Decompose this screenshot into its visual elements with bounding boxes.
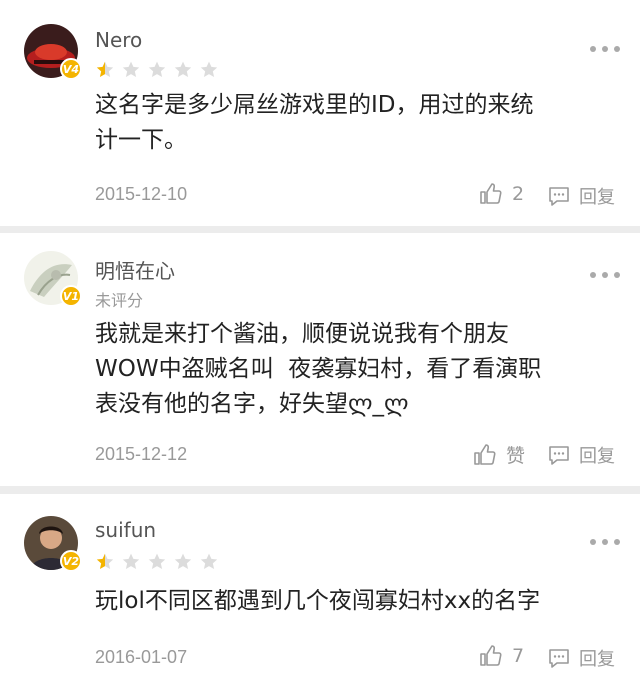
level-badge: V1 xyxy=(60,285,82,307)
comment-card: V2 suifun 玩lol不同区都遇到几个夜闯寡妇村xx的名字 2016-01… xyxy=(0,494,640,683)
like-button[interactable]: 赞 xyxy=(472,441,525,468)
comment-line: 表没有他的名字，好失望ლ_ლ xyxy=(95,391,409,417)
star-icon xyxy=(200,553,218,569)
star-icon xyxy=(122,553,140,569)
avatar[interactable]: V4 xyxy=(24,24,82,80)
comment-text: 玩lol不同区都遇到几个夜闯寡妇村xx的名字 xyxy=(95,584,615,619)
thumbs-up-icon xyxy=(480,645,502,666)
like-count: 2 xyxy=(512,183,525,205)
more-dots-icon[interactable] xyxy=(590,270,620,280)
star-icon xyxy=(200,61,218,77)
more-dots-icon[interactable] xyxy=(590,44,620,54)
reply-label: 回复 xyxy=(579,446,615,467)
like-button[interactable]: 7 xyxy=(478,644,524,668)
thumbs-up-icon xyxy=(474,443,496,465)
rating-label: 未评分 xyxy=(95,291,144,310)
reply-label: 回复 xyxy=(579,649,615,670)
comment-card: V4 Nero 这名字是多少屌丝游戏里的ID，用过的来统 计一下。 2015-1… xyxy=(0,0,640,226)
comment-line: 这名字是多少屌丝游戏里的ID，用过的来统 xyxy=(95,92,534,118)
rating-stars xyxy=(95,60,219,80)
avatar[interactable]: V2 xyxy=(24,516,82,572)
comment-bubble-icon xyxy=(549,649,569,668)
username[interactable]: Nero xyxy=(95,28,142,52)
more-dots-icon[interactable] xyxy=(590,537,620,547)
star-icon xyxy=(174,61,192,77)
comment-date: 2015-12-10 xyxy=(95,184,188,204)
rating-stars xyxy=(95,552,219,572)
star-icon xyxy=(122,61,140,77)
comment-line: 我就是来打个酱油，顺便说说我有个朋友 xyxy=(95,321,509,347)
comment-line: 玩lol不同区都遇到几个夜闯寡妇村xx的名字 xyxy=(95,588,541,614)
username[interactable]: suifun xyxy=(95,518,156,542)
comment-text: 这名字是多少屌丝游戏里的ID，用过的来统 计一下。 xyxy=(95,88,615,158)
reply-label: 回复 xyxy=(579,187,615,208)
star-icon xyxy=(96,61,114,77)
star-icon xyxy=(148,553,166,569)
comment-date: 2015-12-12 xyxy=(95,444,188,464)
star-icon xyxy=(148,61,166,77)
comment-line: WOW中盗贼名叫 夜袭寡妇村，看了看演职 xyxy=(95,356,542,382)
reply-button[interactable]: 回复 xyxy=(547,442,615,468)
comment-card: V1 明悟在心 未评分 我就是来打个酱油，顺便说说我有个朋友 WOW中盗贼名叫 … xyxy=(0,233,640,486)
star-icon xyxy=(96,553,114,569)
comment-text: 我就是来打个酱油，顺便说说我有个朋友 WOW中盗贼名叫 夜袭寡妇村，看了看演职 … xyxy=(95,317,615,422)
like-button[interactable]: 2 xyxy=(478,182,524,206)
reply-button[interactable]: 回复 xyxy=(547,183,615,209)
username[interactable]: 明悟在心 xyxy=(95,255,175,284)
thumbs-up-icon xyxy=(480,183,502,204)
comment-date: 2016-01-07 xyxy=(95,647,188,667)
level-badge: V2 xyxy=(60,550,82,572)
reply-button[interactable]: 回复 xyxy=(547,645,615,671)
like-count: 赞 xyxy=(506,445,526,467)
comment-bubble-icon xyxy=(549,187,569,206)
like-count: 7 xyxy=(512,645,525,667)
comment-line: 计一下。 xyxy=(95,127,187,153)
avatar[interactable]: V1 xyxy=(24,251,82,307)
star-icon xyxy=(174,553,192,569)
comment-bubble-icon xyxy=(549,446,569,465)
level-badge: V4 xyxy=(60,58,82,80)
